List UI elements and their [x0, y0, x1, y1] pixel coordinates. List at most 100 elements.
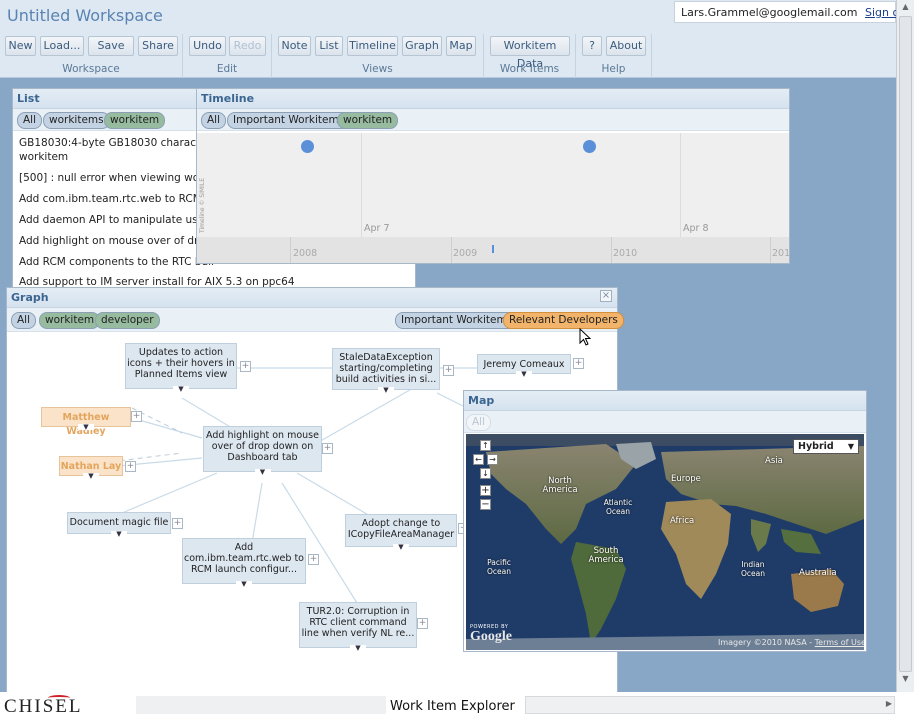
graph-node-workitem[interactable]: StaleDataException starting/completing b…	[332, 348, 440, 394]
list-tag-workitems[interactable]: workitems	[43, 112, 110, 129]
graph-node-workitem[interactable]: Document magic file ▼	[67, 512, 171, 538]
terms-of-use-link[interactable]: Terms of Use	[815, 638, 864, 647]
horizontal-scrollbar-left[interactable]	[136, 696, 386, 714]
chevron-down-icon[interactable]: ▼	[350, 645, 366, 652]
timeline-tag-all[interactable]: All	[201, 112, 227, 129]
help-question-button[interactable]: ?	[582, 36, 602, 56]
map-type-select[interactable]: Hybrid ▼	[793, 439, 859, 454]
note-button[interactable]: Note	[278, 36, 311, 56]
graph-tag-relevant-developers[interactable]: Relevant Developers	[503, 312, 624, 329]
chevron-down-icon[interactable]: ▼	[393, 544, 409, 551]
graph-tag-all[interactable]: All	[11, 312, 37, 329]
scroll-right-icon[interactable]: ▶	[886, 699, 892, 708]
pan-left-icon[interactable]: ←	[473, 454, 484, 465]
workspace-title: Untitled Workspace	[7, 6, 163, 25]
undo-button[interactable]: Undo	[189, 36, 226, 56]
map-label: South America	[588, 546, 624, 565]
chevron-down-icon[interactable]: ▼	[378, 387, 394, 394]
map-tag-all[interactable]: All	[466, 414, 492, 431]
node-label: Add highlight on mouse over of drop down…	[206, 430, 319, 463]
scroll-up-icon[interactable]: ▲	[899, 2, 912, 16]
expand-icon[interactable]: +	[322, 443, 333, 454]
graph-close-icon[interactable]: ×	[600, 290, 612, 302]
graph-tag-bar: All workitem developer Important Workite…	[7, 308, 624, 332]
list-tag-all[interactable]: All	[17, 112, 43, 129]
graph-tag-workitem[interactable]: workitem	[39, 312, 101, 329]
views-group: Note List Timeline Graph Map Views	[272, 34, 484, 78]
list-item[interactable]: GB18030:4-byte GB18030 characters	[19, 137, 216, 149]
load-button[interactable]: Load...	[40, 36, 84, 56]
list-tag-workitem[interactable]: workitem	[104, 112, 166, 129]
save-button[interactable]: Save	[88, 36, 134, 56]
chevron-down-icon[interactable]: ▼	[236, 581, 252, 588]
timeline-event-dot[interactable]	[301, 140, 314, 153]
timeline-overview-band[interactable]: 2008 2009 2010 201	[197, 237, 790, 263]
chevron-down-icon[interactable]: ▼	[254, 469, 271, 476]
timeline-button[interactable]: Timeline	[347, 36, 398, 56]
expand-icon[interactable]: +	[417, 618, 428, 629]
graph-button[interactable]: Graph	[402, 36, 442, 56]
new-button[interactable]: New	[5, 36, 36, 56]
toolbar: New Load... Save Share Workspace Undo Re…	[0, 34, 896, 78]
pan-up-icon[interactable]: ↑	[480, 440, 491, 451]
timeline-event-dot[interactable]	[583, 140, 596, 153]
graph-node-workitem[interactable]: TUR2.0: Corruption in RTC client command…	[299, 602, 417, 652]
list-item-continued[interactable]: workitem	[19, 151, 68, 163]
map-panel-title: Map	[464, 391, 866, 411]
list-item[interactable]: Add highlight on mouse over of drop d	[19, 235, 221, 247]
expand-icon[interactable]: +	[308, 554, 319, 565]
graph-tag-important-workitems[interactable]: Important Workitems	[395, 312, 519, 329]
chevron-down-icon[interactable]: ▼	[83, 473, 99, 480]
imagery-credit: Imagery ©2010 NASA -	[718, 638, 815, 647]
horizontal-scrollbar-right[interactable]: ▶	[525, 696, 895, 714]
expand-icon[interactable]: +	[240, 361, 251, 372]
graph-node-workitem[interactable]: Adopt change to ICopyFileAreaManager ▼	[345, 514, 457, 551]
pan-down-icon[interactable]: ↓	[480, 468, 491, 479]
expand-icon[interactable]: +	[172, 518, 183, 529]
graph-tag-developer[interactable]: developer	[95, 312, 160, 329]
map-label: Asia	[765, 456, 783, 466]
graph-node-workitem[interactable]: Add com.ibm.team.rtc.web to RCM launch c…	[182, 538, 306, 588]
list-item[interactable]: Add RCM components to the RTC buil	[19, 256, 214, 268]
expand-icon[interactable]: +	[125, 461, 136, 472]
chevron-down-icon[interactable]: ▼	[516, 371, 532, 378]
scroll-down-icon[interactable]: ▼	[899, 674, 912, 688]
expand-icon[interactable]: +	[443, 365, 454, 376]
map-view[interactable]: North America Atlantic Ocean Europe Asia…	[466, 434, 864, 650]
scroll-thumb[interactable]	[899, 16, 912, 672]
zoom-out-icon[interactable]: −	[480, 499, 491, 510]
graph-node-workitem[interactable]: Add highlight on mouse over of drop down…	[203, 426, 322, 476]
list-item[interactable]: Add com.ibm.team.rtc.web to RCM lau	[19, 193, 221, 205]
chisel-logo: CHISEL	[4, 696, 83, 717]
graph-node-developer-highlight[interactable]: Matthew Wadley ▼	[41, 407, 131, 437]
list-item[interactable]: Add daemon API to manipulate user-sp	[19, 214, 224, 226]
graph-node-developer[interactable]: Jeremy Comeaux ▼	[477, 354, 571, 378]
graph-node-workitem[interactable]: Updates to action icons + their hovers i…	[125, 343, 237, 393]
status-bar: CHISEL Work Item Explorer ▶	[0, 692, 914, 720]
map-label: Indian Ocean	[741, 560, 765, 578]
graph-node-developer-highlight[interactable]: Nathan Lay ▼	[59, 456, 123, 480]
timeline-year-label: 2009	[453, 248, 478, 259]
node-label: Nathan Lay	[60, 461, 122, 472]
timeline-tag-important-workitems[interactable]: Important Workitems	[227, 112, 351, 129]
expand-icon[interactable]: +	[131, 411, 142, 422]
expand-icon[interactable]: +	[573, 358, 584, 369]
list-button[interactable]: List	[315, 36, 343, 56]
share-button[interactable]: Share	[138, 36, 178, 56]
zoom-in-icon[interactable]: +	[480, 485, 491, 496]
chevron-down-icon[interactable]: ▼	[78, 424, 94, 431]
timeline-divider	[770, 237, 771, 263]
pan-right-icon[interactable]: →	[487, 454, 498, 465]
about-button[interactable]: About	[606, 36, 646, 56]
redo-button[interactable]: Redo	[229, 36, 266, 56]
timeline-overview-marker	[492, 245, 494, 253]
timeline-tag-workitem[interactable]: workitem	[337, 112, 399, 129]
workitem-data-button[interactable]: Workitem Data	[490, 36, 570, 70]
chevron-down-icon[interactable]: ▼	[173, 386, 189, 393]
map-button[interactable]: Map	[446, 36, 476, 56]
views-group-label: Views	[362, 63, 393, 75]
work-items-group: Workitem Data Work Items	[484, 34, 576, 78]
timeline-band[interactable]: Apr 7 Apr 8 Timeline © SIMILE	[197, 133, 789, 237]
chevron-down-icon[interactable]: ▼	[111, 531, 127, 538]
page-scrollbar[interactable]: ▲ ▼	[896, 0, 914, 692]
